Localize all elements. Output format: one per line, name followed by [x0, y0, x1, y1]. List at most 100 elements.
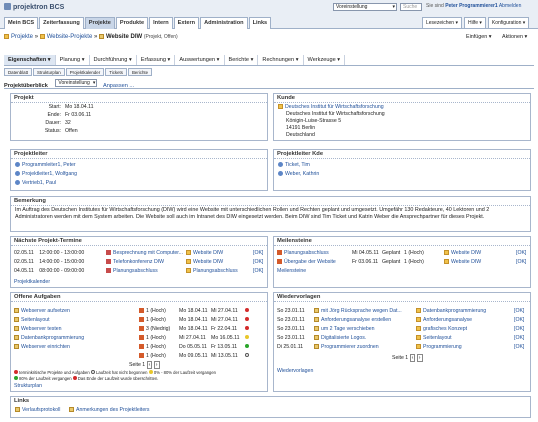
pager-next-icon[interactable]: ›	[416, 354, 423, 362]
resubmission-subject[interactable]: mit Jörg Rücksprache wegen Dat...	[314, 308, 402, 315]
breadcrumb-website-projekte[interactable]: Website-Projekte	[47, 34, 93, 40]
status-label: Status:	[44, 128, 61, 134]
projektkalender-link[interactable]: Projektkalender	[14, 279, 50, 286]
termin-subject[interactable]: Telefonkonferenz DIW	[106, 259, 164, 266]
wiedervorlagen-link[interactable]: Wiedervorlagen	[277, 368, 313, 375]
milestone-icon	[277, 250, 282, 255]
logout-link[interactable]: Abmelden	[499, 3, 522, 9]
menu-erfassung[interactable]: Erfassung ▾	[137, 55, 176, 65]
tab-datenblatt[interactable]: Datenblatt	[4, 68, 33, 76]
nav-tab-intern[interactable]: Intern	[149, 17, 173, 29]
menu-durchfuehrung[interactable]: Durchführung ▾	[90, 55, 137, 65]
ok-button[interactable]: [OK]	[514, 317, 524, 324]
strukturplan-link[interactable]: Strukturplan	[14, 383, 42, 390]
user-name-link[interactable]: Peter Programmierer1	[445, 3, 498, 9]
task-link[interactable]: Datenbankprogrammierung	[14, 335, 84, 342]
meilensteine-link[interactable]: Meilensteine	[277, 268, 306, 275]
link-item[interactable]: Anmerkungen des Projektleiters	[69, 407, 150, 414]
preset-select[interactable]: Voreinstellung	[333, 3, 397, 11]
menu-eigenschaften[interactable]: Eigenschaften ▾	[4, 55, 56, 65]
termin-subject[interactable]: Besprechnung mit Computer...	[106, 250, 183, 257]
wiedervorlagen-pager[interactable]: Seite 1 ‹ ›	[392, 354, 423, 362]
menu-label: Durchführung	[93, 57, 128, 63]
task-prio: 3 (Niedrig)	[139, 326, 170, 333]
bookmarks-button[interactable]: Lesezeichen ▾	[422, 17, 462, 30]
search-input[interactable]: Suche	[400, 3, 422, 11]
person-link[interactable]: Projektleiter1, Wolfgang	[15, 171, 77, 178]
overview-preset-select[interactable]: Voreinstellung	[55, 79, 98, 87]
menu-auswertungen[interactable]: Auswertungen ▾	[175, 55, 225, 65]
menu-berichte[interactable]: Berichte ▾	[225, 55, 259, 65]
resubmission-subject[interactable]: um 2 Tage verschieben	[314, 326, 375, 333]
nav-tab-extern[interactable]: Extern	[173, 17, 200, 29]
termin-project[interactable]: Planungsabschluss	[186, 268, 238, 275]
task-name: Webserver einrichten	[21, 344, 70, 350]
help-button[interactable]: Hilfe ▾	[463, 17, 486, 30]
aufgaben-pager[interactable]: Seite 1 ‹ ›	[129, 361, 160, 369]
person-name: Weber, Kathrin	[285, 171, 320, 177]
menu-werkzeuge[interactable]: Werkzeuge ▾	[304, 55, 346, 65]
resubmission-item[interactable]: Anforderungsanalyse	[416, 317, 472, 324]
task-link[interactable]: Webserver einrichten	[14, 344, 70, 351]
nav-tab-administration[interactable]: Administration	[200, 17, 248, 29]
termin-project[interactable]: Website DIW	[186, 250, 223, 257]
link-item[interactable]: Verlaufsprotokoll	[15, 407, 60, 414]
nav-tab-produkte[interactable]: Produkte	[115, 17, 149, 29]
ok-button[interactable]: [OK]	[253, 250, 263, 257]
resubmission-item[interactable]: Datenbankprogrammierung	[416, 308, 486, 315]
nav-tab-zeiterfassung[interactable]: Zeiterfassung	[39, 17, 84, 29]
ok-button[interactable]: [OK]	[516, 250, 526, 257]
resubmission-subject[interactable]: Programmierer zuordnen	[314, 344, 379, 351]
breadcrumb-projekte[interactable]: Projekte	[11, 34, 33, 40]
menu-rechnungen[interactable]: Rechnungen ▾	[258, 55, 304, 65]
nav-tab-projekte[interactable]: Projekte	[84, 17, 115, 29]
ok-button[interactable]: [OK]	[514, 326, 524, 333]
resubmission-item[interactable]: grafisches Konzept	[416, 326, 467, 333]
priority-icon	[139, 308, 144, 313]
termin-subject-text: Planungsabschluss	[113, 268, 158, 274]
person-link[interactable]: Ticket, Tim	[278, 162, 310, 169]
resubmission-subject[interactable]: Digitalisierte Logos.	[314, 335, 366, 342]
tab-strukturplan[interactable]: Strukturplan	[33, 68, 65, 76]
tab-projektkalender[interactable]: Projektkalender	[65, 68, 105, 76]
app-logo[interactable]: projektron BCS	[4, 3, 64, 13]
pager-prev-icon[interactable]: ‹	[409, 354, 416, 362]
actions-menu[interactable]: Aktionen ▾	[502, 34, 527, 41]
person-link[interactable]: Weber, Kathrin	[278, 171, 319, 178]
task-link[interactable]: Seitenlayout	[14, 317, 50, 324]
ok-button[interactable]: [OK]	[514, 335, 524, 342]
pager-prev-icon[interactable]: ‹	[146, 361, 153, 369]
ok-button[interactable]: [OK]	[253, 259, 263, 266]
person-link[interactable]: Vertrieb1, Paul	[15, 180, 56, 187]
termin-project-text: Website DIW	[193, 259, 224, 265]
nav-tab-links[interactable]: Links	[248, 17, 272, 29]
termin-subject[interactable]: Planungsabschluss	[106, 268, 158, 275]
resubmission-subject-text: Anforderungsanalyse erstellen	[321, 317, 392, 323]
customer-link[interactable]: Deutsches Institut für Wirtschaftsforsch…	[278, 104, 384, 111]
milestone-link[interactable]: Planungsabschluss	[277, 250, 329, 257]
resubmission-subject[interactable]: Anforderungsanalyse erstellen	[314, 317, 391, 324]
tab-berichte[interactable]: Berichte	[127, 68, 153, 76]
task-link[interactable]: Webserver aufsetzen	[14, 308, 70, 315]
end-label: Ende:	[47, 112, 61, 118]
task-prio-text: 1 (Hoch)	[146, 353, 166, 359]
config-button[interactable]: Konfiguration ▾	[487, 17, 530, 30]
milestone-link[interactable]: Übergabe der Website	[277, 259, 336, 266]
ok-button[interactable]: [OK]	[253, 268, 263, 275]
ok-button[interactable]: [OK]	[516, 259, 526, 266]
person-link[interactable]: Programmleiter1, Peter	[15, 162, 76, 169]
tab-tickets[interactable]: Tickets	[105, 68, 127, 76]
milestone-project[interactable]: Website DIW	[444, 259, 481, 266]
ok-button[interactable]: [OK]	[514, 308, 524, 315]
resubmission-item[interactable]: Programmierung	[416, 344, 462, 351]
pager-next-icon[interactable]: ›	[153, 361, 160, 369]
insert-menu[interactable]: Einfügen ▾	[466, 34, 492, 41]
customize-link[interactable]: Anpassen ...	[103, 83, 134, 89]
ok-button[interactable]: [OK]	[514, 344, 524, 351]
nav-tab-mein-bcs[interactable]: Mein BCS	[4, 17, 39, 29]
termin-project[interactable]: Website DIW	[186, 259, 223, 266]
task-link[interactable]: Webserver testen	[14, 326, 62, 333]
resubmission-item[interactable]: Seitenlayout	[416, 335, 452, 342]
menu-planung[interactable]: Planung ▾	[56, 55, 90, 65]
milestone-project[interactable]: Website DIW	[444, 250, 481, 257]
